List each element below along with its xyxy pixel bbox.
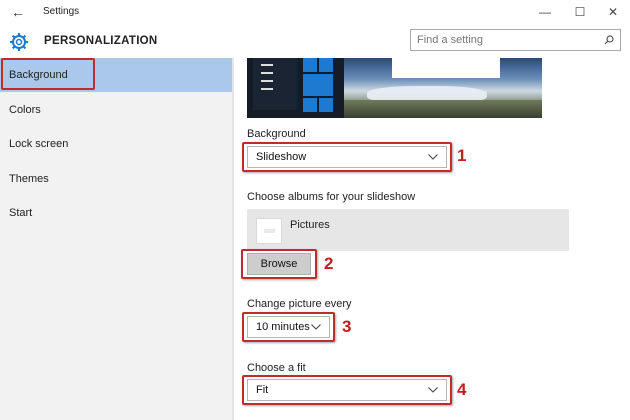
albums-label: Choose albums for your slideshow <box>247 191 416 203</box>
background-value: Slideshow <box>256 151 307 163</box>
arrow-left-icon: ← <box>11 4 25 20</box>
preview-tile <box>303 58 317 72</box>
album-item[interactable]: Pictures <box>247 209 569 251</box>
sidebar-item-themes[interactable]: Themes <box>0 162 232 196</box>
interval-value: 10 minutes <box>256 321 310 333</box>
desktop-preview <box>247 58 542 118</box>
sidebar-item-label: Lock screen <box>9 138 69 150</box>
browse-button[interactable]: Browse <box>247 253 311 275</box>
back-button[interactable]: ← <box>7 2 29 22</box>
annotation-number: 3 <box>342 317 352 336</box>
background-dropdown[interactable]: Slideshow <box>247 146 447 168</box>
preview-start-menu <box>253 58 297 110</box>
search-icon[interactable] <box>604 35 614 45</box>
folder-icon <box>256 218 282 244</box>
preview-tile <box>303 74 333 96</box>
sidebar-item-lock-screen[interactable]: Lock screen <box>0 127 232 161</box>
close-button[interactable]: ✕ <box>598 2 628 22</box>
page-title: PERSONALIZATION <box>44 35 158 47</box>
preview-window <box>392 58 500 78</box>
annotation-number: 4 <box>457 380 467 399</box>
gear-icon <box>10 33 28 51</box>
search-input[interactable]: Find a setting <box>410 29 621 51</box>
background-label: Background <box>247 128 306 140</box>
search-placeholder: Find a setting <box>417 34 484 46</box>
minimize-button[interactable]: — <box>530 2 560 22</box>
window-title: Settings <box>43 6 80 17</box>
preview-tile <box>319 98 333 112</box>
sidebar-item-background[interactable]: Background <box>0 58 232 92</box>
annotation-number: 1 <box>457 146 467 165</box>
annotation-number: 2 <box>324 254 334 273</box>
fit-dropdown[interactable]: Fit <box>247 379 447 401</box>
preview-tile <box>319 58 333 72</box>
album-name: Pictures <box>290 219 330 231</box>
sidebar-divider <box>232 58 234 420</box>
sidebar-item-label: Background <box>9 69 68 81</box>
sidebar-item-label: Colors <box>9 104 41 116</box>
sidebar-item-label: Start <box>9 207 33 219</box>
maximize-button[interactable]: ☐ <box>565 2 595 22</box>
sidebar-item-start[interactable]: Start <box>0 196 232 230</box>
preview-tile <box>303 98 317 112</box>
interval-dropdown[interactable]: 10 minutes <box>247 316 330 338</box>
sidebar-item-colors[interactable]: Colors <box>0 93 232 127</box>
chevron-down-icon <box>428 154 438 160</box>
chevron-down-icon <box>428 387 438 393</box>
sidebar-item-label: Themes <box>9 173 49 185</box>
fit-label: Choose a fit <box>247 362 306 374</box>
fit-value: Fit <box>256 384 269 396</box>
chevron-down-icon <box>311 324 321 330</box>
interval-label: Change picture every <box>247 298 352 310</box>
